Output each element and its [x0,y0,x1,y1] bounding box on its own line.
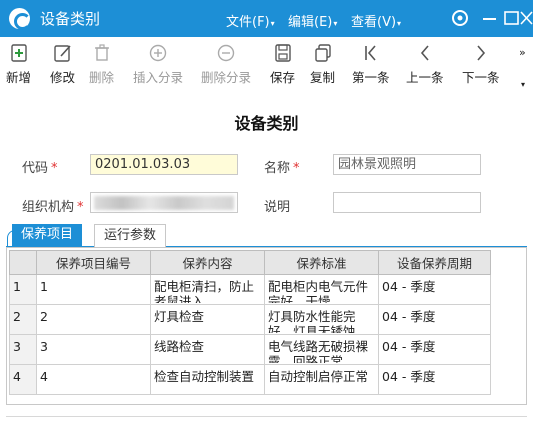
minimize-icon[interactable] [480,8,500,28]
settings-icon[interactable] [450,8,470,28]
cell-standard[interactable]: 电气线路无破损裸露，回路正常 [264,334,379,365]
add-button[interactable]: 新增 [6,43,31,86]
maximize-icon[interactable] [502,8,522,28]
cell-cycle[interactable]: 04 - 季度 [378,364,491,395]
delete-entry-button[interactable]: 删除分录 [201,43,251,86]
name-field[interactable]: 园林景观照明 [333,154,481,175]
cell-content[interactable]: 线路检查 [150,334,265,365]
cell-content[interactable]: 灯具检查 [150,304,265,335]
cell-item-code[interactable]: 2 [36,304,151,335]
delete-button[interactable]: 删除 [89,43,114,86]
tab-maintenance-items[interactable]: 保养项目 [12,224,83,247]
trash-icon [94,44,109,61]
row-number: 1 [9,274,37,305]
save-icon [274,44,291,62]
grid-table: 保养项目编号 保养内容 保养标准 设备保养周期 1 1 配电柜清扫，防止老鼠进入… [9,250,491,395]
plus-circle-icon [149,44,167,62]
toolbar: 新增 修改 删除 插入分录 删除分录 保存 复制 第一条 上一条 下一条 [0,37,533,92]
next-record-button[interactable]: 下一条 [462,43,500,86]
app-logo-icon [9,8,31,30]
cell-standard[interactable]: 自动控制启停正常 [264,364,379,395]
window-title: 设备类别 [40,10,101,28]
add-document-icon [10,44,27,62]
copy-button[interactable]: 复制 [310,43,335,86]
save-button[interactable]: 保存 [270,43,295,86]
code-label: 代码 * [22,161,58,176]
grid-header-row: 保养项目编号 保养内容 保养标准 设备保养周期 [9,250,491,275]
name-label: 名称 * [264,161,300,176]
cell-item-code[interactable]: 4 [36,364,151,395]
copy-icon [314,44,331,62]
row-number: 3 [9,334,37,365]
first-record-icon [364,45,376,61]
row-number: 2 [9,304,37,335]
minus-circle-icon [217,44,235,62]
chevron-down-icon[interactable]: ▾ [521,80,525,89]
table-row[interactable]: 3 3 线路检查 电气线路无破损裸露，回路正常 04 - 季度 [9,334,491,365]
maintenance-grid: 保养项目编号 保养内容 保养标准 设备保养周期 1 1 配电柜清扫，防止老鼠进入… [6,247,527,405]
cell-content[interactable]: 检查自动控制装置 [150,364,265,395]
org-label: 组织机构 * [22,200,84,215]
tab-run-parameters[interactable]: 运行参数 [94,224,167,247]
row-number: 4 [9,364,37,395]
header-standard[interactable]: 保养标准 [264,250,379,275]
table-row[interactable]: 1 1 配电柜清扫，防止老鼠进入 配电柜内电气元件完好，干燥 04 - 季度 [9,274,491,305]
tab-strip: 保养项目 运行参数 [6,224,527,247]
first-record-button[interactable]: 第一条 [352,43,390,86]
menu-edit[interactable]: 编辑(E)▾ [288,11,337,30]
cell-cycle[interactable]: 04 - 季度 [378,334,491,365]
header-content[interactable]: 保养内容 [150,250,265,275]
cell-standard[interactable]: 配电柜内电气元件完好，干燥 [264,274,379,305]
header-item-code[interactable]: 保养项目编号 [36,250,151,275]
form-title: 设备类别 [234,114,299,133]
note-label: 说明 [264,200,291,215]
divider [6,416,527,417]
close-icon[interactable] [520,8,533,28]
cell-cycle[interactable]: 04 - 季度 [378,274,491,305]
menu-file[interactable]: 文件(F)▾ [226,11,275,30]
toolbar-overflow-icon[interactable]: » [519,46,526,59]
header-cycle[interactable]: 设备保养周期 [378,250,491,275]
header-rownum[interactable] [9,250,37,275]
previous-record-icon [420,45,429,61]
edit-icon [53,45,71,62]
cell-item-code[interactable]: 1 [36,274,151,305]
table-row[interactable]: 2 2 灯具检查 灯具防水性能完好，灯具无锈蚀 04 - 季度 [9,304,491,335]
cell-item-code[interactable]: 3 [36,334,151,365]
cell-cycle[interactable]: 04 - 季度 [378,304,491,335]
cell-content[interactable]: 配电柜清扫，防止老鼠进入 [150,274,265,305]
previous-record-button[interactable]: 上一条 [406,43,444,86]
title-bar: 设备类别 文件(F)▾ 编辑(E)▾ 查看(V)▾ [0,0,533,37]
insert-entry-button[interactable]: 插入分录 [133,43,183,86]
cell-standard[interactable]: 灯具防水性能完好，灯具无锈蚀 [264,304,379,335]
edit-button[interactable]: 修改 [50,43,75,86]
table-row[interactable]: 4 4 检查自动控制装置 自动控制启停正常 04 - 季度 [9,364,491,395]
note-field[interactable] [333,192,481,213]
redacted-org-value [94,196,234,210]
code-field[interactable]: 0201.01.03.03 [90,154,238,175]
next-record-icon [477,45,485,61]
menu-view[interactable]: 查看(V)▾ [351,11,401,30]
